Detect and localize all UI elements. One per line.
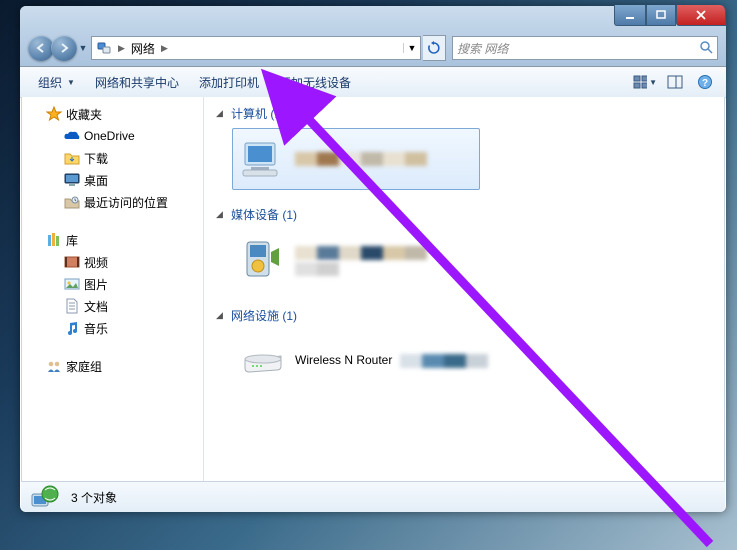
sidebar-item-label: 视频 xyxy=(84,254,108,271)
help-button[interactable]: ? xyxy=(692,70,718,94)
sidebar-item-label: 图片 xyxy=(84,276,108,293)
explorer-window: ▼ ▶ 网络 ▶ ▼ xyxy=(20,6,726,512)
network-sharing-center-button[interactable]: 网络和共享中心 xyxy=(85,70,189,95)
chevron-right-icon[interactable]: ▶ xyxy=(159,43,170,54)
collapse-caret-icon[interactable]: ◢ xyxy=(216,108,226,119)
router-icon xyxy=(241,339,285,383)
downloads-folder-icon xyxy=(64,150,80,166)
favorites-header[interactable]: 收藏夹 xyxy=(28,103,203,125)
add-wireless-device-button[interactable]: 添加无线设备 xyxy=(269,70,361,95)
nav-history-dropdown[interactable]: ▼ xyxy=(77,43,89,53)
chevron-down-icon: ▼ xyxy=(649,78,657,87)
status-text: 3 个对象 xyxy=(71,489,117,506)
maximize-button[interactable] xyxy=(646,5,676,26)
libraries-label: 库 xyxy=(66,232,78,249)
sidebar-item-documents[interactable]: 文档 xyxy=(28,295,203,317)
toolbar: 组织 ▼ 网络和共享中心 添加打印机 添加无线设备 ▼ ? xyxy=(20,67,726,98)
desktop-icon xyxy=(64,172,80,188)
sidebar-item-music[interactable]: 音乐 xyxy=(28,317,203,339)
nav-forward-button[interactable] xyxy=(51,35,77,61)
redacted-text xyxy=(295,152,427,166)
media-device-icon xyxy=(241,238,285,282)
address-dropdown[interactable]: ▼ xyxy=(403,43,420,53)
refresh-button[interactable] xyxy=(423,35,446,61)
chevron-down-icon: ▼ xyxy=(67,78,75,87)
close-button[interactable] xyxy=(676,5,726,26)
redacted-text xyxy=(400,354,488,368)
homegroup-icon xyxy=(46,358,62,374)
group-title: 计算机 (1) xyxy=(231,105,285,122)
network-icon xyxy=(27,485,61,509)
sidebar-item-label: 最近访问的位置 xyxy=(84,194,168,211)
media-device-item[interactable] xyxy=(232,229,436,291)
homegroup-label: 家庭组 xyxy=(66,358,102,375)
onedrive-icon xyxy=(64,128,80,144)
preview-pane-button[interactable] xyxy=(662,70,688,94)
favorites-label: 收藏夹 xyxy=(66,106,102,123)
sidebar-item-videos[interactable]: 视频 xyxy=(28,251,203,273)
sidebar-item-onedrive[interactable]: OneDrive xyxy=(28,125,203,147)
group-network-equipment: ◢ 网络设施 (1) xyxy=(216,307,712,398)
search-input[interactable]: 搜索 网络 xyxy=(452,36,718,60)
sidebar-item-label: 音乐 xyxy=(84,320,108,337)
search-placeholder: 搜索 网络 xyxy=(457,40,508,57)
computer-icon xyxy=(241,137,285,181)
group-title: 网络设施 (1) xyxy=(231,307,297,324)
pictures-icon xyxy=(64,276,80,292)
group-header[interactable]: ◢ 计算机 (1) xyxy=(216,105,712,122)
group-header[interactable]: ◢ 网络设施 (1) xyxy=(216,307,712,324)
documents-icon xyxy=(64,298,80,314)
group-title: 媒体设备 (1) xyxy=(231,206,297,223)
sidebar-item-label: 下载 xyxy=(84,150,108,167)
status-bar: 3 个对象 xyxy=(21,481,725,512)
svg-text:?: ? xyxy=(702,78,708,89)
collapse-caret-icon[interactable]: ◢ xyxy=(216,209,226,220)
group-computers: ◢ 计算机 (1) xyxy=(216,105,712,196)
group-header[interactable]: ◢ 媒体设备 (1) xyxy=(216,206,712,223)
router-item[interactable]: Wireless N Router xyxy=(232,330,497,392)
item-name: Wireless N Router xyxy=(295,353,392,367)
sidebar-item-downloads[interactable]: 下载 xyxy=(28,147,203,169)
recent-places-icon xyxy=(64,194,80,210)
sidebar-item-desktop[interactable]: 桌面 xyxy=(28,169,203,191)
collapse-caret-icon[interactable]: ◢ xyxy=(216,310,226,321)
redacted-text xyxy=(295,262,427,274)
sidebar-item-label: 桌面 xyxy=(84,172,108,189)
address-bar[interactable]: ▶ 网络 ▶ ▼ xyxy=(91,36,421,60)
organize-label: 组织 xyxy=(38,74,62,91)
view-options-button[interactable]: ▼ xyxy=(632,70,658,94)
libraries-header[interactable]: 库 xyxy=(28,229,203,251)
search-icon xyxy=(699,40,713,57)
homegroup-header[interactable]: 家庭组 xyxy=(28,355,203,377)
videos-icon xyxy=(64,254,80,270)
chevron-right-icon: ▶ xyxy=(116,43,127,54)
libraries-icon xyxy=(46,232,62,248)
organize-menu[interactable]: 组织 ▼ xyxy=(28,70,85,95)
redacted-text xyxy=(295,246,427,260)
computer-item[interactable] xyxy=(232,128,480,190)
sidebar-item-label: 文档 xyxy=(84,298,108,315)
network-location-icon xyxy=(96,40,112,56)
sidebar-item-pictures[interactable]: 图片 xyxy=(28,273,203,295)
add-printer-button[interactable]: 添加打印机 xyxy=(189,70,269,95)
navigation-pane: 收藏夹 OneDrive 下载 桌面 xyxy=(22,97,204,481)
breadcrumb-root[interactable]: 网络 xyxy=(127,37,159,59)
group-media-devices: ◢ 媒体设备 (1) xyxy=(216,206,712,297)
sidebar-item-label: OneDrive xyxy=(84,129,135,143)
sidebar-item-recent[interactable]: 最近访问的位置 xyxy=(28,191,203,213)
favorites-star-icon xyxy=(46,106,62,122)
items-view[interactable]: ◢ 计算机 (1) xyxy=(204,97,724,481)
minimize-button[interactable] xyxy=(614,5,646,26)
titlebar: ▼ ▶ 网络 ▶ ▼ xyxy=(20,6,726,67)
music-icon xyxy=(64,320,80,336)
